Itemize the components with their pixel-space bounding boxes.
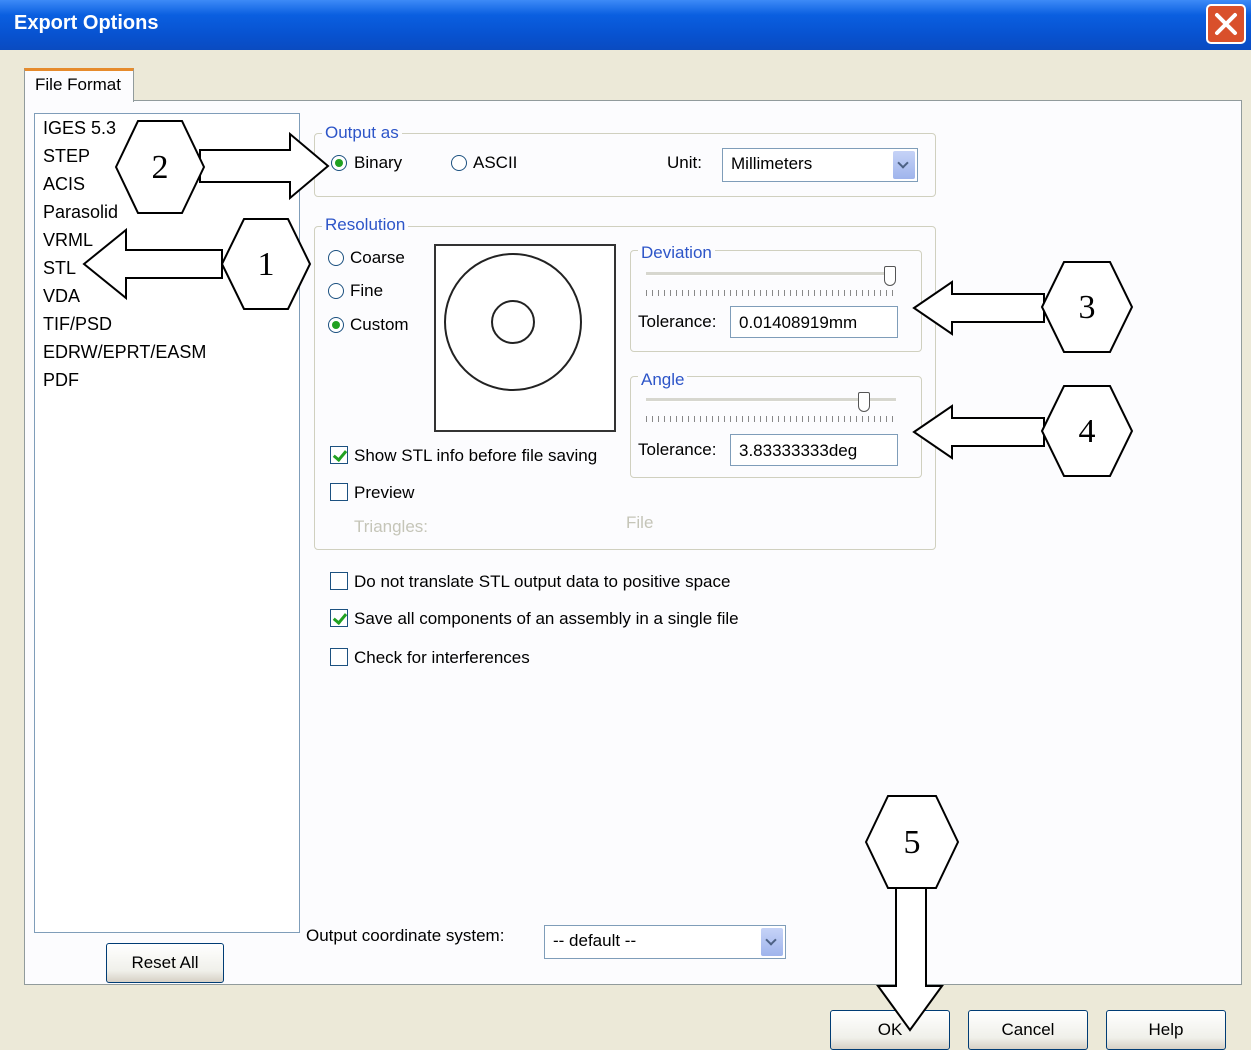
callout-label-1: 1 [258, 246, 275, 283]
arrow-2-icon [199, 131, 330, 201]
arrow-1-icon [82, 227, 223, 301]
tab-file-format[interactable]: File Format [24, 68, 134, 102]
arrow-5-icon [876, 885, 944, 1032]
arrow-3-icon [912, 280, 1045, 336]
arrow-4-icon [912, 404, 1045, 460]
tab-label: File Format [35, 75, 121, 94]
callout-label-5: 5 [904, 824, 921, 861]
callout-label-3: 3 [1079, 289, 1096, 326]
callout-label-4: 4 [1079, 413, 1096, 450]
callout-label-2: 2 [152, 149, 169, 186]
callout-overlay: 2 1 3 4 5 [82, 120, 1134, 1032]
